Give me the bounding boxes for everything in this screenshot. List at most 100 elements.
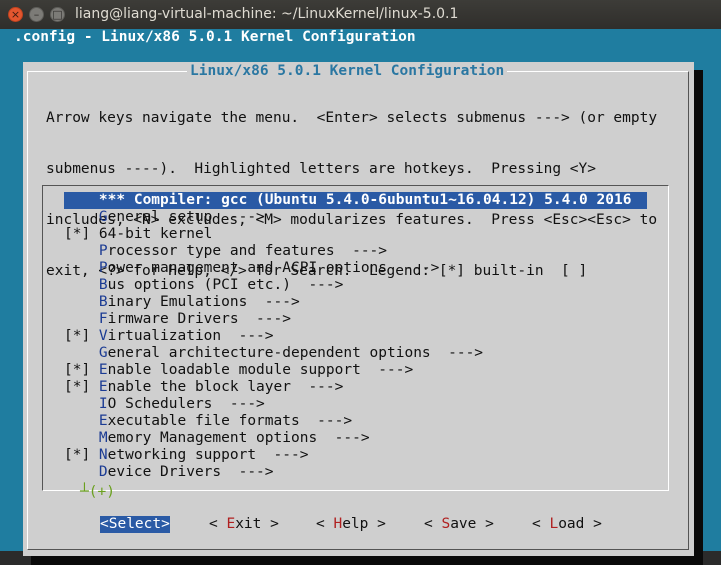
menu-item-prefix: [*] <box>64 362 99 378</box>
button-bracket: < <box>424 516 442 532</box>
menu-item-hotkey: P <box>98 243 108 259</box>
menu-item-hotkey: I <box>98 396 108 412</box>
menu-item-prefix <box>64 430 99 446</box>
menu-item-prefix: [*] <box>64 328 99 344</box>
menu-item-label: nable loadable module support ---> <box>107 362 414 378</box>
button-hotkey: L <box>549 516 559 532</box>
menu-item-prefix <box>64 209 99 225</box>
menu-item-prefix: [*] <box>64 447 99 463</box>
menu-item-prefix <box>64 260 99 276</box>
menu-item-label: evice Drivers ---> <box>107 464 274 480</box>
menu-item[interactable]: Firmware Drivers ---> <box>64 311 644 328</box>
menu-item[interactable]: Bus options (PCI etc.) ---> <box>64 277 644 294</box>
button-bracket: < <box>532 516 550 532</box>
menu-item[interactable]: Memory Management options ---> <box>64 430 644 447</box>
menu-item-prefix <box>64 311 99 327</box>
menu-item-label: irtualization ---> <box>107 328 274 344</box>
menu-item-hotkey: N <box>98 447 108 463</box>
menu-item[interactable]: Device Drivers ---> <box>64 464 644 481</box>
menu-item[interactable]: General setup ---> <box>64 209 644 226</box>
menu-item[interactable]: Processor type and features ---> <box>64 243 644 260</box>
help-button[interactable]: < Help > <box>316 516 386 533</box>
menu-item[interactable]: [*] Enable the block layer ---> <box>64 379 644 396</box>
button-hotkey: S <box>441 516 451 532</box>
menu-item[interactable]: [*] 64-bit kernel <box>64 226 644 243</box>
select-button[interactable]: <Select> <box>100 516 170 533</box>
more-indicator: ┴(+) <box>80 484 115 500</box>
menu-item-prefix <box>64 464 99 480</box>
button-hotkey: H <box>333 516 343 532</box>
menu-item[interactable]: Executable file formats ---> <box>64 413 644 430</box>
menu-item-prefix <box>64 294 99 310</box>
menu-item[interactable]: Power management and ACPI options ---> <box>64 260 644 277</box>
dialog-shadow-bottom <box>31 556 703 565</box>
button-row: <Select> < Exit > < Help > < Save > < Load > <box>23 516 694 533</box>
help-line: Arrow keys navigate the menu. <Enter> se… <box>46 110 658 126</box>
menu-item-label: eneral setup ---> <box>107 209 265 225</box>
button-bracket: < <box>209 516 227 532</box>
menu-item-hotkey: B <box>98 294 108 310</box>
maximize-icon[interactable]: □ <box>50 7 65 22</box>
menu-item-label: irmware Drivers ---> <box>107 311 291 327</box>
button-hotkey: E <box>226 516 236 532</box>
menu-item-prefix <box>64 243 99 259</box>
menu-item-label: ower management and ACPI options ---> <box>107 260 440 276</box>
button-label: elect> <box>117 516 170 532</box>
menu-item-hotkey: E <box>98 413 108 429</box>
menu-item-label: inary Emulations ---> <box>107 294 300 310</box>
menu-item-label: rocessor type and features ---> <box>107 243 388 259</box>
config-header: .config - Linux/x86 5.0.1 Kernel Configu… <box>14 29 416 45</box>
menu-item-label: etworking support ---> <box>107 447 309 463</box>
menu-item[interactable]: IO Schedulers ---> <box>64 396 644 413</box>
menu-item-hotkey: G <box>98 345 108 361</box>
dialog-shadow-right <box>694 70 703 564</box>
save-button[interactable]: < Save > <box>424 516 494 533</box>
menu-item-hotkey: M <box>98 430 108 446</box>
menu-item-prefix <box>64 413 99 429</box>
window-title: liang@liang-virtual-machine: ~/LinuxKern… <box>75 6 459 22</box>
button-label: oad > <box>558 516 602 532</box>
button-bracket: < <box>316 516 334 532</box>
menu-item-hotkey: F <box>98 311 108 327</box>
close-icon[interactable]: × <box>8 7 23 22</box>
menu-item-label: O Schedulers ---> <box>107 396 265 412</box>
menu-item[interactable]: [*] Enable loadable module support ---> <box>64 362 644 379</box>
menuconfig-dialog: Linux/x86 5.0.1 Kernel Configuration Arr… <box>23 62 694 556</box>
load-button[interactable]: < Load > <box>532 516 602 533</box>
terminal-area[interactable]: .config - Linux/x86 5.0.1 Kernel Configu… <box>0 29 721 565</box>
menu-item-hotkey: E <box>98 379 108 395</box>
menu-item-hotkey: P <box>98 260 108 276</box>
menu-item-prefix <box>64 396 99 412</box>
exit-button[interactable]: < Exit > <box>209 516 279 533</box>
menu-item[interactable]: Binary Emulations ---> <box>64 294 644 311</box>
menu-item-prefix <box>64 192 99 208</box>
menu-item-hotkey: D <box>98 464 108 480</box>
button-bracket: < <box>100 516 109 532</box>
menu-item[interactable]: [*] Networking support ---> <box>64 447 644 464</box>
menu-item-label: eneral architecture-dependent options --… <box>107 345 484 361</box>
menu-item-hotkey: E <box>98 362 108 378</box>
menu-item-hotkey: G <box>98 209 108 225</box>
menu-item-prefix: [*] <box>64 226 99 242</box>
menu-item-label: xecutable file formats ---> <box>107 413 353 429</box>
menu-item-hotkey: V <box>98 328 108 344</box>
terminal-window: × – □ liang@liang-virtual-machine: ~/Lin… <box>0 0 721 565</box>
button-label: ave > <box>450 516 494 532</box>
menu-item-prefix <box>64 277 99 293</box>
menu-item[interactable]: *** Compiler: gcc (Ubuntu 5.4.0-6ubuntu1… <box>64 192 647 209</box>
menu-item[interactable]: [*] Virtualization ---> <box>64 328 644 345</box>
button-label: xit > <box>235 516 279 532</box>
menu-item-hotkey: B <box>98 277 108 293</box>
menu-item[interactable]: General architecture-dependent options -… <box>64 345 644 362</box>
menu-item-label: emory Management options ---> <box>107 430 370 446</box>
menu-item-label: nable the block layer ---> <box>107 379 344 395</box>
menu-item-prefix: [*] <box>64 379 99 395</box>
help-line: submenus ----). Highlighted letters are … <box>46 161 596 177</box>
button-label: elp > <box>342 516 386 532</box>
minimize-icon[interactable]: – <box>29 7 44 22</box>
window-titlebar[interactable]: × – □ liang@liang-virtual-machine: ~/Lin… <box>0 0 721 29</box>
menu-item-label: 64-bit kernel <box>98 226 213 242</box>
menu-item-label: us options (PCI etc.) ---> <box>107 277 344 293</box>
menu-item-label: *** Compiler: gcc (Ubuntu 5.4.0-6ubuntu1… <box>98 192 632 208</box>
menu-item-prefix <box>64 345 99 361</box>
